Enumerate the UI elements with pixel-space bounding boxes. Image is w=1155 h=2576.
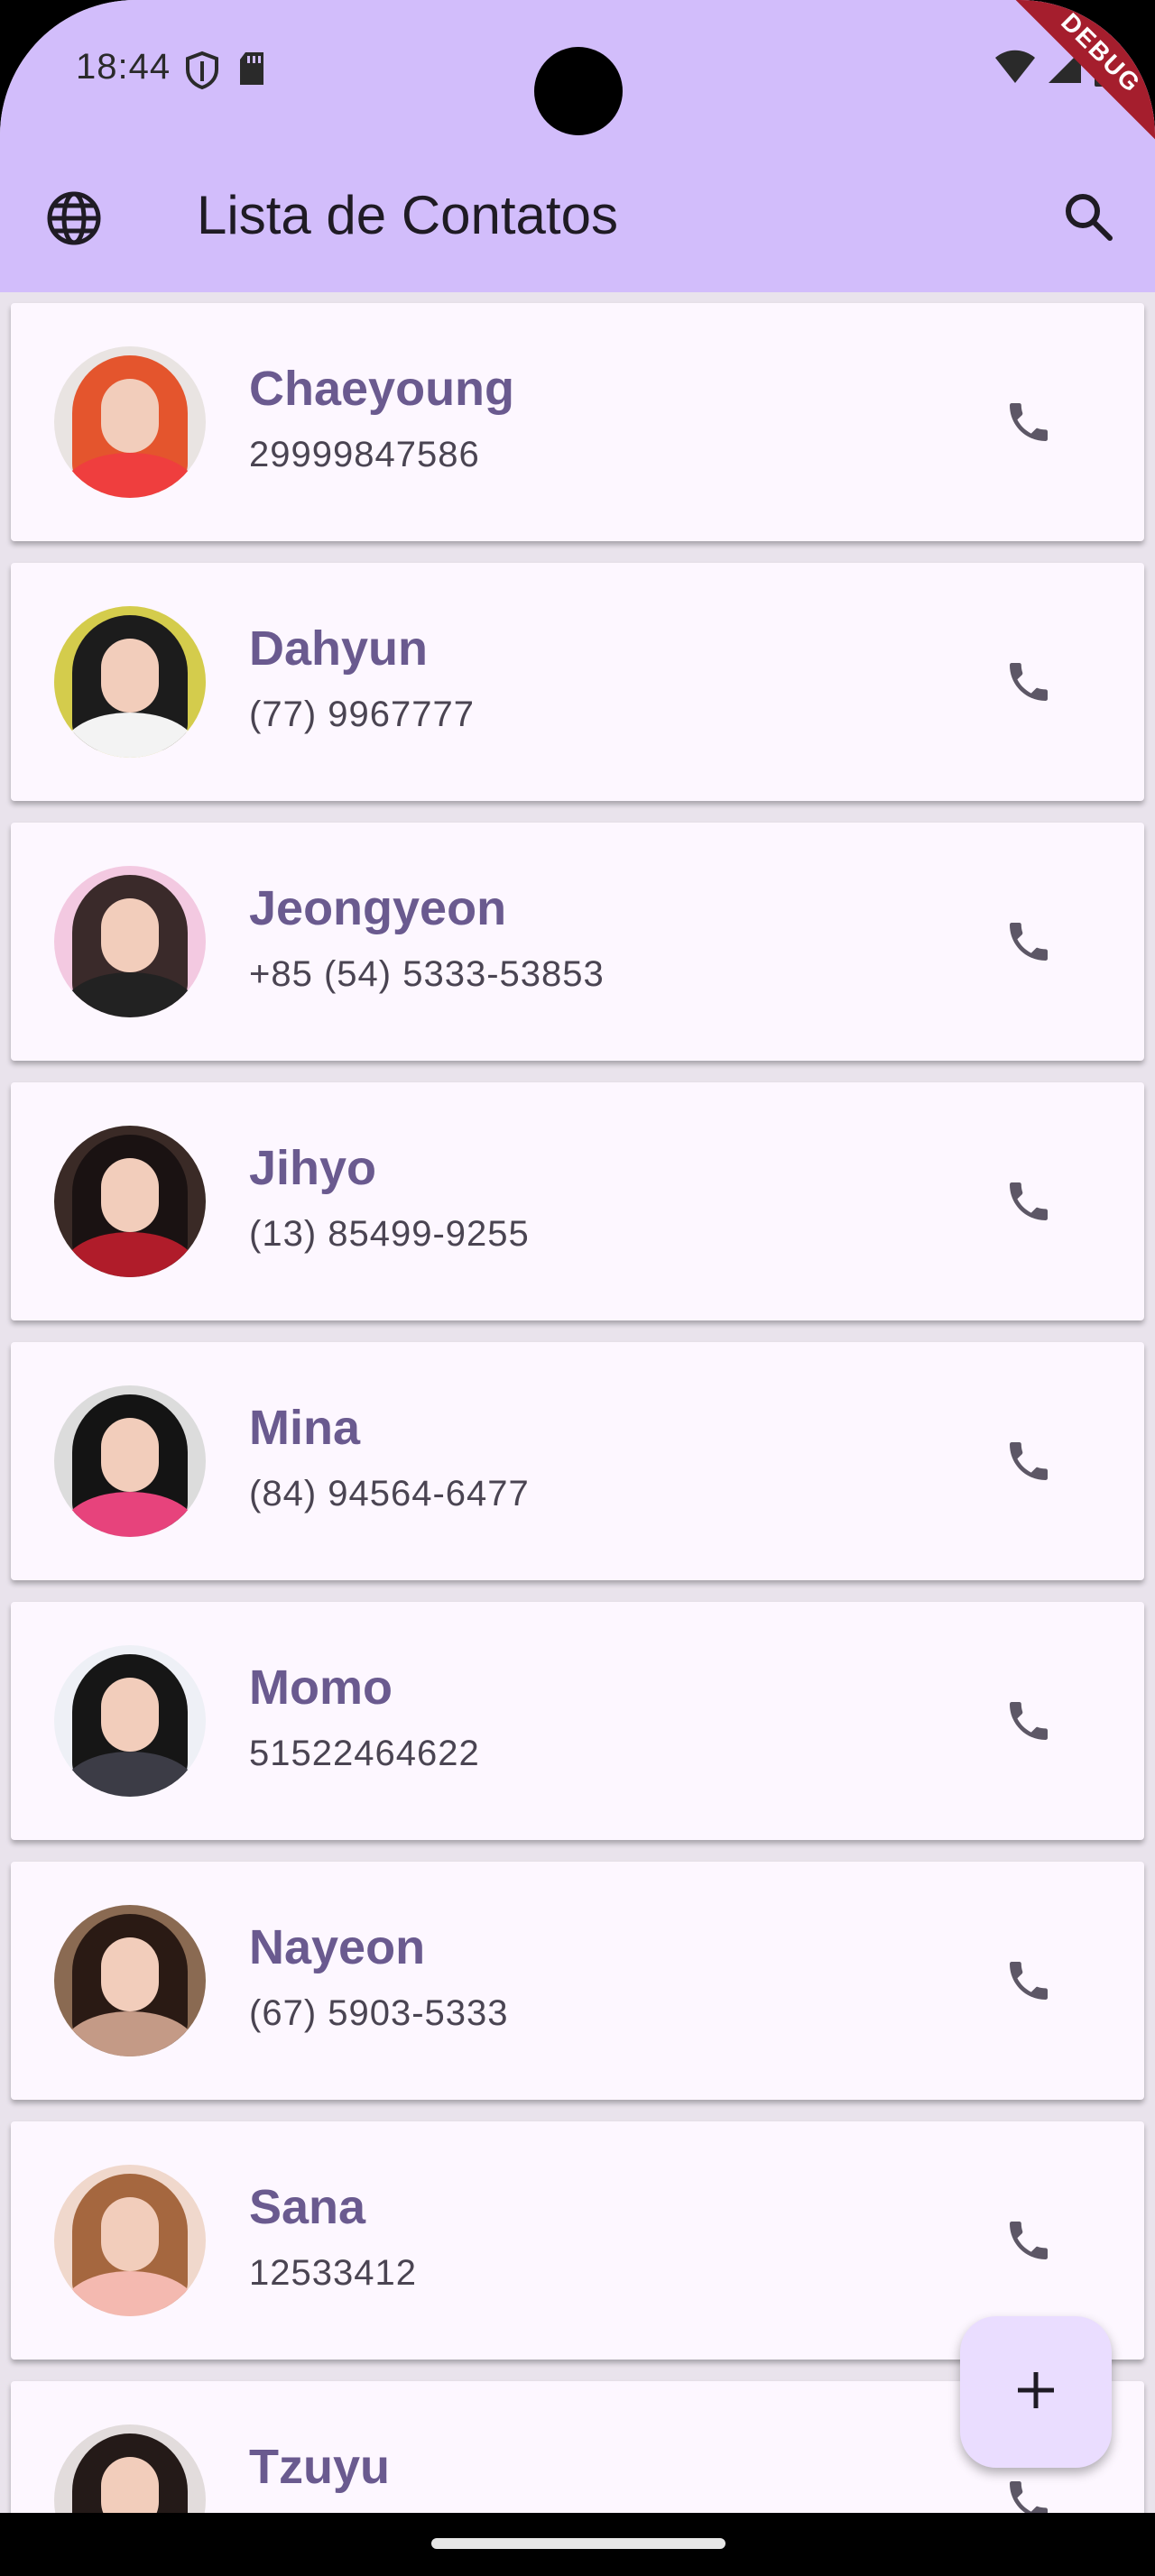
contact-phone: 51522464622 bbox=[249, 1734, 480, 1773]
avatar bbox=[54, 346, 206, 498]
camera-cutout bbox=[534, 47, 623, 135]
home-gesture-handle[interactable] bbox=[431, 2538, 725, 2549]
contact-name: Momo bbox=[249, 1661, 393, 1715]
contact-name: Tzuyu bbox=[249, 2440, 390, 2494]
search-icon[interactable] bbox=[1061, 189, 1115, 244]
phone-icon[interactable] bbox=[1003, 1696, 1054, 1746]
contact-name: Nayeon bbox=[249, 1920, 426, 1974]
avatar bbox=[54, 866, 206, 1017]
contact-name: Jihyo bbox=[249, 1141, 377, 1195]
contact-card[interactable]: Jihyo (13) 85499-9255 bbox=[11, 1082, 1144, 1320]
shield-icon bbox=[184, 51, 220, 95]
avatar bbox=[54, 1126, 206, 1277]
plus-icon bbox=[1014, 2369, 1058, 2416]
phone-icon[interactable] bbox=[1003, 397, 1054, 447]
contact-name: Dahyun bbox=[249, 621, 429, 676]
avatar bbox=[54, 606, 206, 758]
contact-phone: 12533412 bbox=[249, 2253, 417, 2293]
contact-card[interactable]: Dahyun (77) 9967777 bbox=[11, 563, 1144, 801]
status-time: 18:44 bbox=[76, 47, 171, 87]
contact-card[interactable]: Chaeyoung 29999847586 bbox=[11, 303, 1144, 541]
phone-screen: 18:44 DEBUG Lista de Contatos Chaeyoung … bbox=[0, 0, 1155, 2576]
contact-phone: (84) 94564-6477 bbox=[249, 1474, 530, 1513]
contact-phone: (67) 5903-5333 bbox=[249, 1993, 509, 2033]
status-bar: 18:44 DEBUG bbox=[0, 0, 1155, 152]
contact-phone: +85 (54) 5333-53853 bbox=[249, 954, 605, 994]
phone-icon[interactable] bbox=[1003, 1436, 1054, 1486]
contact-card[interactable]: Nayeon (67) 5903-5333 bbox=[11, 1862, 1144, 2100]
contact-card[interactable]: Jeongyeon +85 (54) 5333-53853 bbox=[11, 823, 1144, 1061]
avatar bbox=[54, 1645, 206, 1797]
contact-name: Chaeyoung bbox=[249, 362, 515, 416]
contact-name: Jeongyeon bbox=[249, 881, 507, 935]
avatar bbox=[54, 2165, 206, 2316]
phone-icon[interactable] bbox=[1003, 2215, 1054, 2266]
contact-card[interactable]: Mina (84) 94564-6477 bbox=[11, 1342, 1144, 1580]
phone-icon[interactable] bbox=[1003, 1176, 1054, 1227]
avatar bbox=[54, 1385, 206, 1537]
avatar bbox=[54, 1905, 206, 2056]
app-bar: Lista de Contatos bbox=[0, 144, 1155, 292]
page-title: Lista de Contatos bbox=[197, 185, 618, 245]
contact-phone: 29999847586 bbox=[249, 435, 480, 474]
phone-icon[interactable] bbox=[1003, 916, 1054, 967]
globe-icon[interactable] bbox=[45, 189, 103, 247]
contact-name: Sana bbox=[249, 2180, 366, 2234]
phone-icon[interactable] bbox=[1003, 657, 1054, 707]
contact-card[interactable]: Momo 51522464622 bbox=[11, 1602, 1144, 1840]
contact-name: Mina bbox=[249, 1401, 361, 1455]
contact-phone: (13) 85499-9255 bbox=[249, 1214, 530, 1254]
wifi-icon bbox=[994, 49, 1036, 89]
sd-card-icon bbox=[236, 51, 267, 95]
contact-phone: (77) 9967777 bbox=[249, 695, 475, 734]
add-contact-button[interactable] bbox=[960, 2316, 1112, 2468]
phone-icon[interactable] bbox=[1003, 1955, 1054, 2006]
